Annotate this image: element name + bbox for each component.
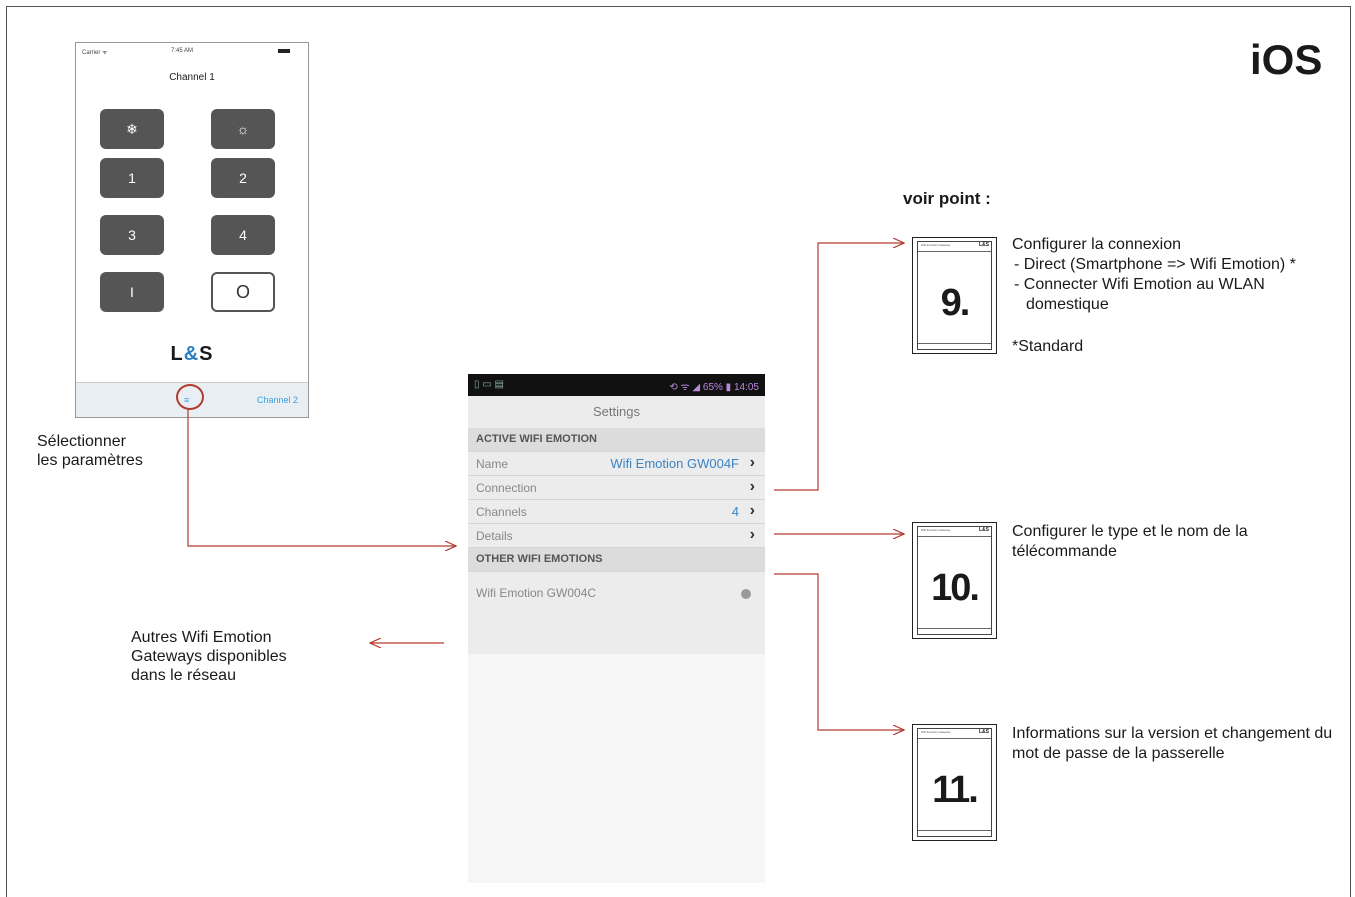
arrow-details-to-11	[774, 573, 904, 730]
arrow-select-to-settings	[187, 408, 456, 546]
connector-lines	[187, 0, 1355, 883]
arrow-name-to-9	[774, 243, 904, 491]
